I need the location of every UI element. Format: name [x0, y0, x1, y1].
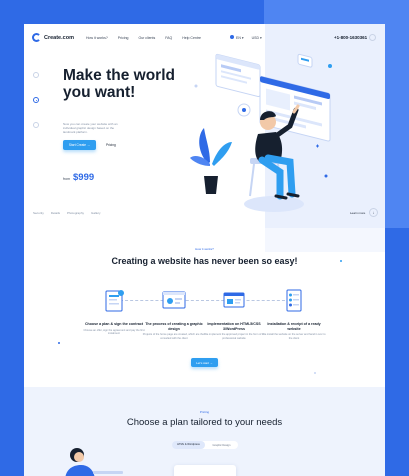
currency-label: USD — [251, 35, 259, 40]
checklist-icon — [286, 289, 302, 312]
step-title: Implementation on HTML5/CSS 3/WordPress — [207, 322, 261, 331]
learn-more-button[interactable]: ↓ — [369, 208, 378, 217]
toggle-graphic-design[interactable]: Graphic Design — [205, 444, 238, 447]
hero-link-photography[interactable]: Photography — [67, 211, 84, 215]
plan-type-toggle: HTML & Wordpress Graphic Design — [172, 441, 238, 449]
nav-item-our-clients[interactable]: Our clients — [139, 36, 156, 40]
website-mockup: Create.com How it works? Pricing Our cli… — [24, 24, 385, 476]
browser-windows-illustration — [215, 53, 331, 142]
design-icon — [162, 291, 186, 309]
flag-icon — [230, 35, 234, 39]
plan-card[interactable] — [174, 465, 236, 476]
hero-bottom-links: Security Details Photography Gallery — [33, 211, 101, 215]
step-card: Choose a plan & sign the contract Choose… — [82, 285, 146, 335]
slide-dot[interactable] — [33, 122, 39, 128]
section-tag: How it works? — [195, 247, 214, 251]
pricing-title: Choose a plan tailored to your needs — [126, 417, 283, 428]
hero-link-security[interactable]: Security — [33, 211, 44, 215]
price-from-label: from — [63, 177, 70, 181]
slide-dot-active[interactable] — [33, 97, 39, 103]
language-label: EN — [236, 36, 241, 40]
nav-item-pricing[interactable]: Pricing — [118, 36, 129, 40]
step-description: We implement the approved project in the… — [204, 333, 264, 340]
step-title: The process of creating a graphic design — [145, 322, 203, 331]
hero-link-details[interactable]: Details — [51, 211, 60, 215]
hero-description: Now you can create your website with an … — [63, 122, 118, 134]
code-implementation-icon — [223, 292, 245, 308]
step-card: The process of creating a graphic design… — [142, 285, 206, 340]
step-card: Installation & receipt of a ready websit… — [262, 285, 326, 340]
section-title: Creating a website has never been so eas… — [111, 256, 298, 266]
lets-start-label: Let's start — [196, 360, 210, 365]
decor-dot — [314, 372, 316, 374]
start-create-button[interactable]: Start Create → — [63, 140, 96, 150]
menu-button[interactable] — [369, 34, 376, 41]
contract-icon — [105, 290, 124, 312]
pricing-section: Pricing Choose a plan tailored to your n… — [24, 387, 385, 476]
price-block: from $999 — [63, 172, 94, 183]
step-card: Implementation on HTML5/CSS 3/WordPress … — [202, 285, 266, 340]
arrow-down-icon: ↓ — [372, 210, 375, 215]
logo[interactable]: Create.com — [32, 33, 74, 42]
logo-text: Create.com — [44, 34, 74, 41]
step-description: We install the website on the server and… — [262, 333, 326, 340]
language-select[interactable]: EN ▾ — [230, 35, 244, 40]
lets-start-button[interactable]: Let's start → — [191, 358, 218, 367]
start-create-label: Start Create — [68, 143, 87, 147]
toggle-html-wordpress[interactable]: HTML & Wordpress — [172, 441, 205, 449]
decor-dot — [58, 342, 60, 344]
hero-title: Make the world you want! — [63, 67, 175, 101]
logo-icon — [32, 33, 41, 42]
pricing-link[interactable]: Pricing — [106, 143, 116, 147]
locale-switcher: EN ▾ USD ▾ — [230, 35, 262, 40]
nav-item-how-it-works[interactable]: How it works? — [86, 36, 108, 40]
step-description: Choose an offer, sign the agreement and … — [83, 328, 145, 335]
pricing-person-illustration — [65, 448, 123, 476]
main-nav: How it works? Pricing Our clients FAQ He… — [86, 36, 201, 40]
step-title: Choose a plan & sign the contract — [84, 322, 144, 326]
step-title: Installation & receipt of a ready websit… — [267, 322, 321, 331]
step-description: Projects of the home page are created, w… — [142, 333, 206, 340]
pricing-tag: Pricing — [199, 410, 210, 414]
currency-select[interactable]: USD ▾ — [252, 36, 262, 40]
price-value: $999 — [73, 172, 95, 183]
nav-item-help-centre[interactable]: Help Centre — [182, 36, 201, 40]
hero-illustration — [190, 53, 332, 212]
learn-more-link[interactable]: Learn more — [350, 211, 365, 215]
decor-dot — [340, 260, 342, 262]
nav-item-faq[interactable]: FAQ — [165, 36, 172, 40]
hero-link-gallery[interactable]: Gallery — [91, 211, 101, 215]
slide-dot[interactable] — [33, 72, 39, 78]
phone-number[interactable]: +1-800-1630361 — [334, 35, 367, 40]
plant-illustration — [190, 128, 232, 194]
